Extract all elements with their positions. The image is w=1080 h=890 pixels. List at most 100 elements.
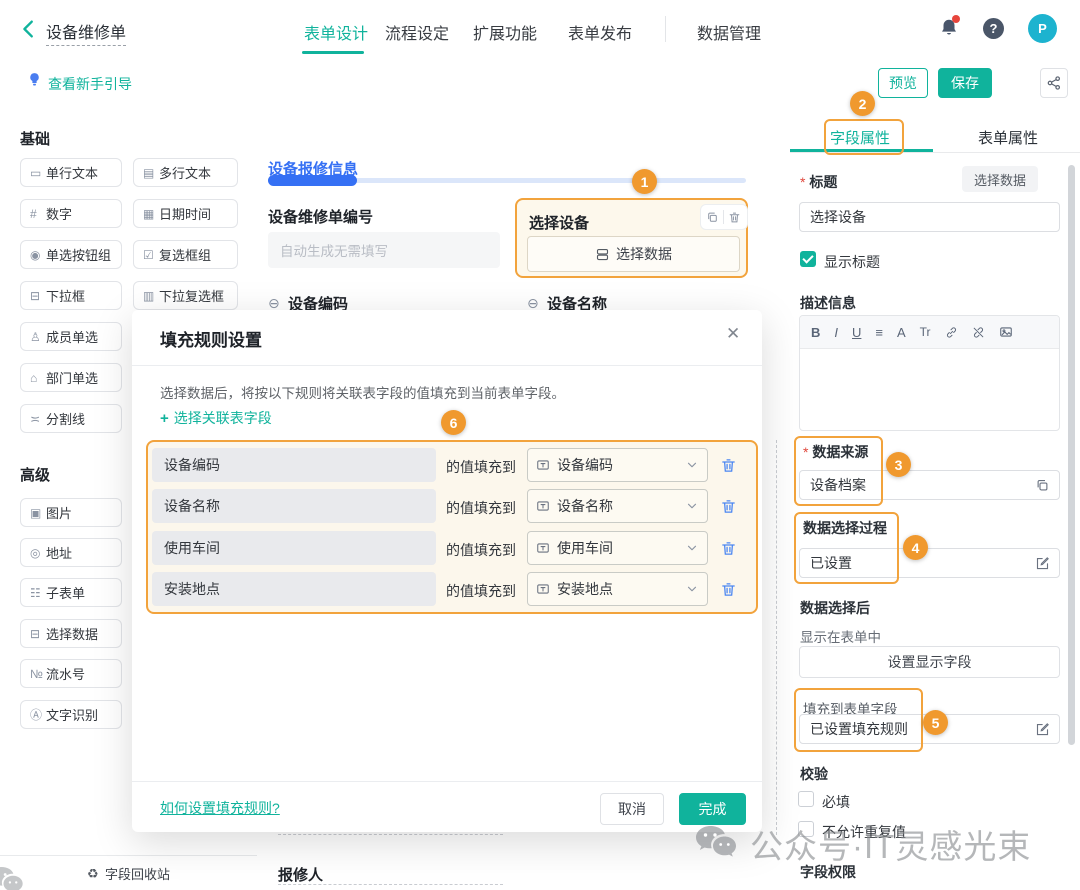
tab-form-publish[interactable]: 表单发布: [568, 20, 632, 44]
cancel-button[interactable]: 取消: [600, 793, 664, 825]
bulb-icon: [26, 71, 43, 88]
description-editor[interactable]: B I U ≡ A Tr: [799, 315, 1060, 431]
field-type-radio-group[interactable]: 单选按钮组: [20, 240, 122, 269]
multi-dropdown-icon: [143, 289, 159, 303]
confirm-button[interactable]: 完成: [679, 793, 746, 825]
canvas-field-reporter-label[interactable]: 报修人: [278, 864, 323, 885]
newbie-guide-link[interactable]: 查看新手引导: [48, 74, 132, 94]
field-type-dropdown[interactable]: 下拉框: [20, 281, 122, 310]
tab-field-properties[interactable]: 字段属性: [830, 127, 890, 148]
required-checkbox[interactable]: [798, 791, 814, 807]
delete-rule-icon[interactable]: [720, 581, 737, 598]
title-value-input[interactable]: 选择设备: [799, 202, 1060, 232]
select-form-icon[interactable]: [1035, 478, 1050, 493]
radio-icon: [30, 248, 46, 262]
chevron-down-icon: [685, 499, 699, 513]
show-title-checkbox[interactable]: [800, 251, 816, 267]
field-type-datetime[interactable]: 日期时间: [133, 199, 238, 228]
required-option-label: 必填: [822, 792, 850, 812]
field-type-checkbox-group[interactable]: 复选框组: [133, 240, 238, 269]
delete-rule-icon[interactable]: [720, 498, 737, 515]
share-button[interactable]: [1040, 68, 1068, 98]
font-color-icon[interactable]: A: [897, 325, 906, 340]
image-icon: [30, 506, 46, 520]
field-permission-label: 字段权限: [800, 862, 856, 882]
field-type-subform[interactable]: 子表单: [20, 578, 122, 607]
underline-icon[interactable]: U: [852, 325, 861, 340]
add-related-field-link[interactable]: + 选择关联表字段: [160, 408, 272, 428]
tab-form-design[interactable]: 表单设计: [304, 20, 368, 44]
edit-icon[interactable]: [1035, 556, 1050, 571]
selection-process-input[interactable]: 已设置: [799, 548, 1060, 578]
fill-rules-modal: 填充规则设置 ✕ 选择数据后，将按以下规则将关联表字段的值填充到当前表单字段。 …: [132, 310, 762, 832]
field-type-single-line-text[interactable]: 单行文本: [20, 158, 122, 187]
delete-field-icon[interactable]: [728, 211, 741, 224]
field-type-department-select[interactable]: 部门单选: [20, 363, 122, 392]
link-icon[interactable]: [945, 326, 958, 339]
save-button[interactable]: 保存: [938, 68, 992, 98]
form-title[interactable]: 设备维修单: [46, 19, 126, 46]
rule-connector: 的值填充到: [446, 457, 516, 477]
field-type-multi-line-text[interactable]: 多行文本: [133, 158, 238, 187]
field-type-number[interactable]: 数字: [20, 199, 122, 228]
back-icon[interactable]: [18, 17, 40, 41]
rule-target-dropdown[interactable]: 设备名称: [527, 489, 708, 523]
field-type-multi-dropdown[interactable]: 下拉复选框: [133, 281, 238, 310]
avatar[interactable]: P: [1028, 14, 1057, 43]
select-data-button[interactable]: 选择数据: [527, 236, 740, 272]
field-type-ocr[interactable]: 文字识别: [20, 700, 122, 729]
edit-icon[interactable]: [1035, 722, 1050, 737]
field-type-divider[interactable]: 分割线: [20, 404, 122, 433]
tab-data-management[interactable]: 数据管理: [697, 20, 761, 44]
field-type-serial-number[interactable]: 流水号: [20, 659, 122, 688]
delete-rule-icon[interactable]: [720, 457, 737, 474]
chevron-down-icon: [685, 582, 699, 596]
data-source-input[interactable]: 设备档案: [799, 470, 1060, 500]
title-field-label: * 标题: [800, 172, 837, 192]
how-to-set-rules-link[interactable]: 如何设置填充规则?: [160, 798, 280, 818]
rule-target-dropdown[interactable]: 安装地点: [527, 572, 708, 606]
selection-process-label: 数据选择过程: [803, 518, 887, 538]
annotation-marker-3: 3: [886, 452, 911, 477]
rule-target-dropdown[interactable]: 使用车间: [527, 531, 708, 565]
field-type-member-select[interactable]: 成员单选: [20, 322, 122, 351]
sub-toolbar: 查看新手引导 预览 保存: [0, 58, 1080, 111]
align-icon[interactable]: ≡: [875, 325, 883, 340]
panel-scrollbar[interactable]: [1068, 165, 1075, 745]
insert-image-icon[interactable]: [999, 325, 1013, 339]
editor-toolbar: B I U ≡ A Tr: [800, 316, 1059, 349]
font-size-icon[interactable]: Tr: [920, 325, 931, 339]
field-type-select-data[interactable]: 选择数据: [20, 619, 122, 648]
dashed-guide-vertical: [776, 440, 777, 835]
preview-button[interactable]: 预览: [878, 68, 928, 98]
field-type-image[interactable]: 图片: [20, 498, 122, 527]
bold-icon[interactable]: B: [811, 325, 820, 340]
canvas-field-serial-label[interactable]: 设备维修单编号: [268, 206, 373, 227]
canvas-field-serial-input[interactable]: 自动生成无需填写: [268, 232, 500, 268]
close-icon[interactable]: ✕: [726, 324, 740, 344]
copy-icon[interactable]: [706, 211, 719, 224]
no-duplicate-checkbox[interactable]: [798, 821, 814, 837]
field-recycle-bin[interactable]: 字段回收站: [0, 855, 257, 890]
tab-flow-setting[interactable]: 流程设定: [385, 20, 449, 44]
title-select-data-button[interactable]: 选择数据: [962, 166, 1038, 192]
rule-source-field: 设备名称: [152, 489, 436, 523]
after-selection-label: 数据选择后: [800, 598, 870, 618]
calendar-icon: [143, 207, 159, 221]
tab-form-properties[interactable]: 表单属性: [978, 127, 1038, 148]
plus-icon: +: [160, 410, 169, 427]
required-mark: *: [803, 444, 808, 460]
italic-icon[interactable]: I: [834, 325, 838, 340]
help-icon[interactable]: ?: [983, 18, 1004, 39]
text-field-icon: [536, 499, 550, 513]
reporter-dashed-input[interactable]: [278, 884, 503, 885]
rule-target-dropdown[interactable]: 设备编码: [527, 448, 708, 482]
set-display-fields-button[interactable]: 设置显示字段: [799, 646, 1060, 678]
delete-rule-icon[interactable]: [720, 540, 737, 557]
tab-extensions[interactable]: 扩展功能: [473, 20, 537, 44]
top-header: 设备维修单 表单设计 流程设定 扩展功能 表单发布 数据管理 ? P: [0, 0, 1080, 59]
rule-source-field: 安装地点: [152, 572, 436, 606]
unlink-icon[interactable]: [972, 326, 985, 339]
field-type-address[interactable]: 地址: [20, 538, 122, 567]
annotation-marker-6: 6: [441, 410, 466, 435]
